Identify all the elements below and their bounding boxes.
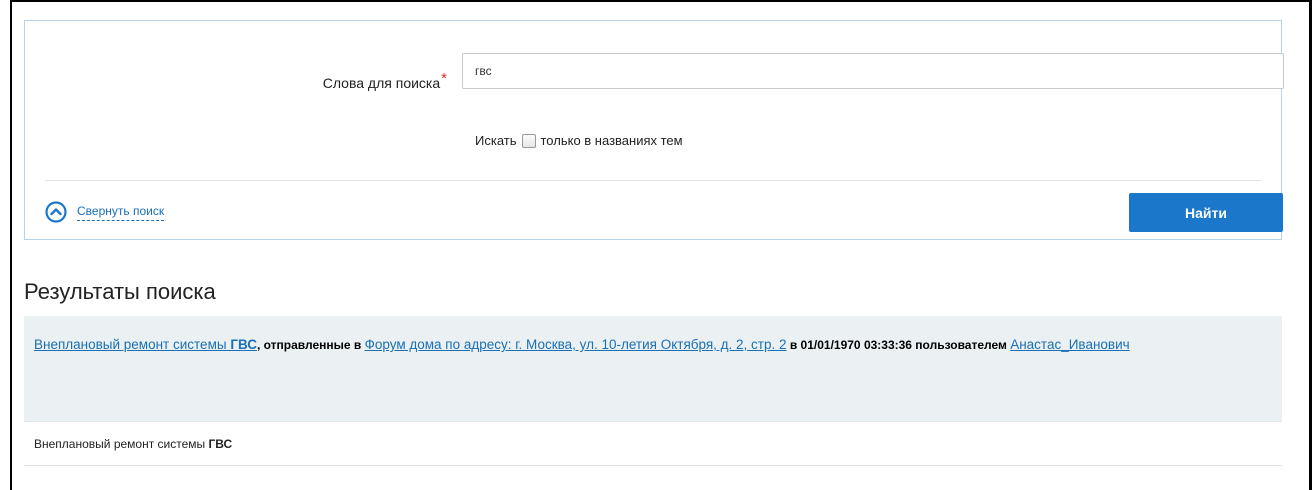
window-frame-top bbox=[10, 0, 1312, 2]
result-forum-link[interactable]: Форум дома по адресу: г. Москва, ул. 10-… bbox=[365, 337, 787, 352]
collapse-search-link[interactable]: Свернуть поиск bbox=[77, 204, 165, 221]
find-button[interactable]: Найти bbox=[1129, 193, 1283, 232]
window-frame-left bbox=[10, 0, 12, 490]
search-label-text: Слова для поиска bbox=[322, 75, 441, 91]
result-date-text: в 01/01/1970 03:33:36 пользователем bbox=[786, 338, 1011, 352]
panel-divider bbox=[45, 180, 1261, 181]
search-input[interactable] bbox=[462, 53, 1284, 89]
result-snippet-highlight: ГВС bbox=[208, 437, 233, 451]
titles-only-label[interactable]: только в названиях тем bbox=[541, 133, 683, 148]
results-title: Результаты поиска bbox=[24, 279, 216, 304]
titles-only-checkbox[interactable] bbox=[521, 133, 536, 148]
search-field-label: Слова для поиска* bbox=[25, 70, 447, 92]
result-item-header: Внеплановый ремонт системы ГВС, отправле… bbox=[24, 316, 1282, 422]
search-option-prefix: Искать bbox=[475, 133, 517, 148]
result-topic-link[interactable]: Внеплановый ремонт системы ГВС bbox=[34, 337, 257, 352]
collapse-search[interactable]: Свернуть поиск bbox=[45, 201, 165, 223]
result-topic-text[interactable]: Внеплановый ремонт системы bbox=[34, 337, 230, 352]
chevron-up-circle-icon[interactable] bbox=[45, 201, 67, 223]
result-topic-highlight[interactable]: ГВС bbox=[230, 337, 257, 352]
result-user-link[interactable]: Анастас_Иванович bbox=[1010, 337, 1129, 352]
result-snippet-text: Внеплановый ремонт системы bbox=[34, 437, 209, 451]
required-mark: * bbox=[441, 70, 447, 87]
search-option-row: Искать только в названиях тем bbox=[475, 133, 683, 148]
search-panel: Слова для поиска* Искать только в назван… bbox=[24, 20, 1284, 240]
result-item-snippet: Внеплановый ремонт системы ГВС bbox=[24, 423, 1282, 466]
result-sent-in: , отправленные в bbox=[256, 338, 365, 352]
